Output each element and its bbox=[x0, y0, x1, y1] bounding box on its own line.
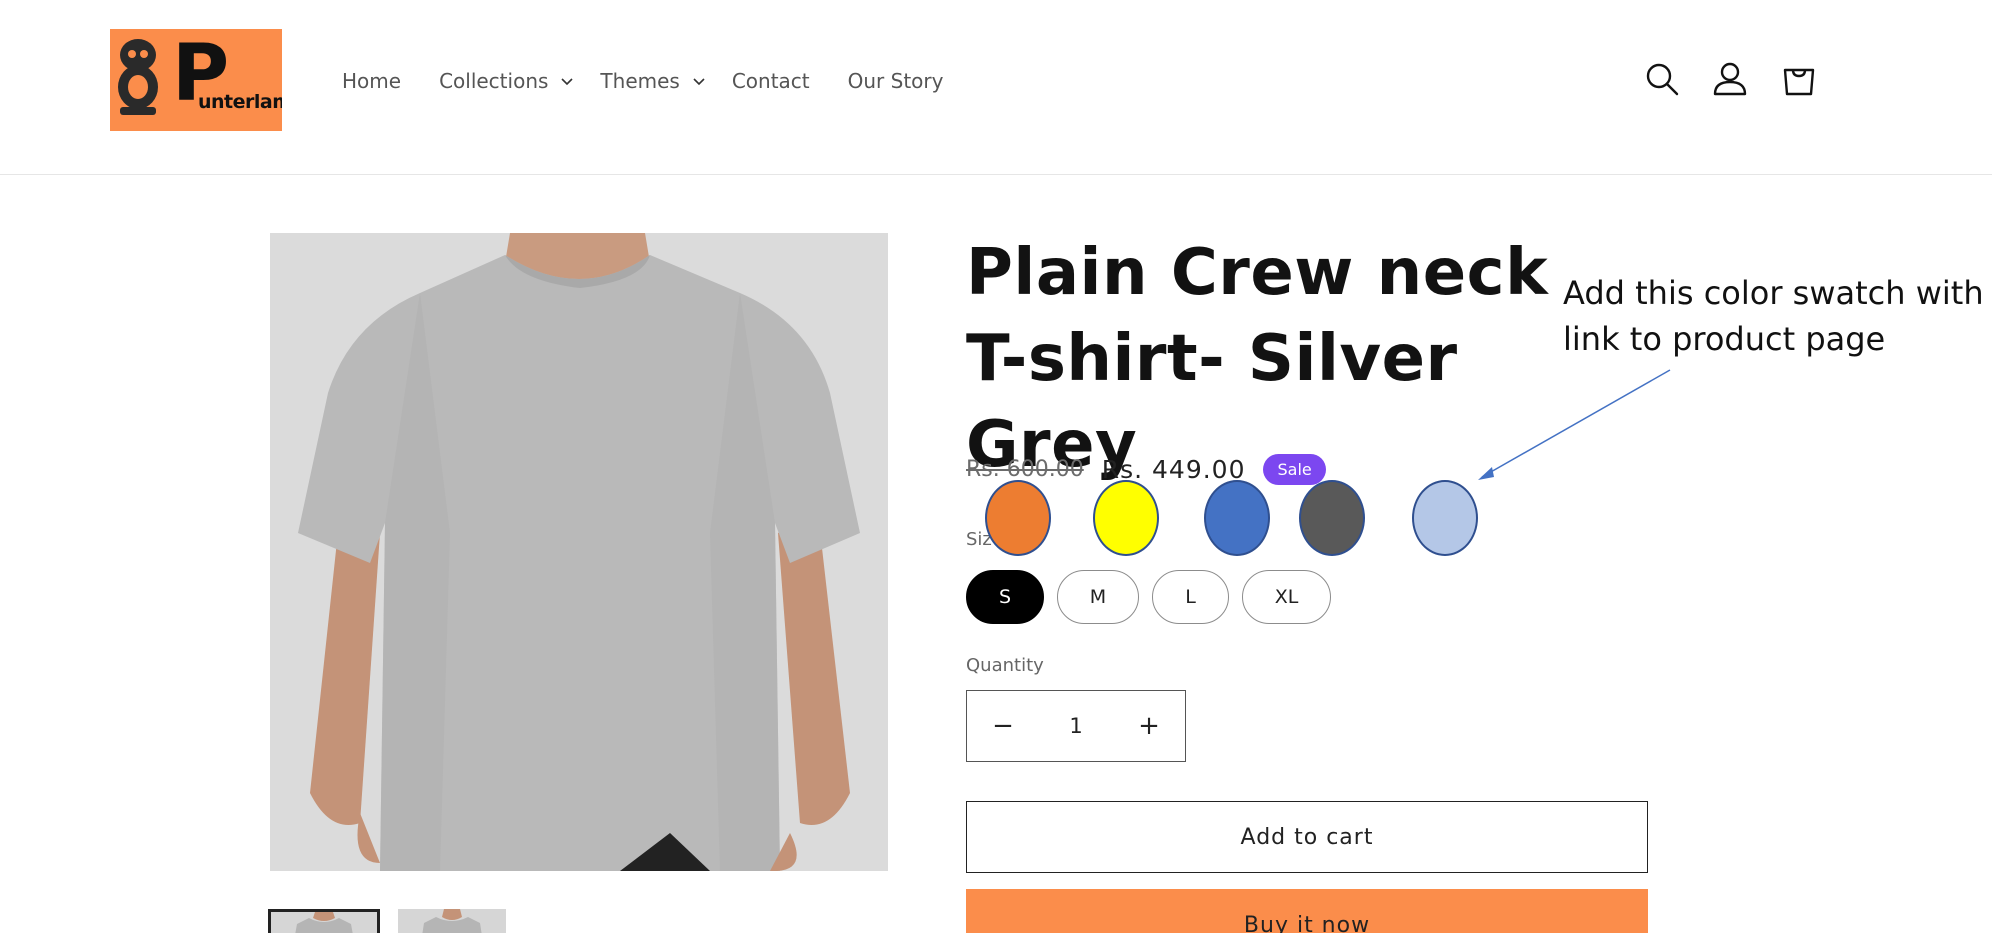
store-logo[interactable]: P unterlama bbox=[110, 29, 282, 131]
quantity-decrease-button[interactable]: − bbox=[967, 691, 1039, 761]
nav-collections[interactable]: Collections bbox=[439, 66, 574, 96]
thumbnail-2[interactable] bbox=[398, 909, 506, 933]
size-option-l[interactable]: L bbox=[1152, 570, 1229, 624]
product-main-image[interactable] bbox=[270, 233, 888, 871]
thumbnail-1[interactable] bbox=[268, 909, 380, 933]
nav-collections-label: Collections bbox=[439, 69, 549, 93]
nav-home[interactable]: Home bbox=[342, 66, 401, 96]
quantity-increase-button[interactable]: + bbox=[1113, 691, 1185, 761]
quantity-input[interactable]: 1 bbox=[1069, 714, 1082, 738]
buy-now-button[interactable]: Buy it now bbox=[966, 889, 1648, 933]
tshirt-thumbnail-icon bbox=[271, 912, 377, 933]
chevron-down-icon bbox=[693, 78, 705, 86]
account-icon[interactable] bbox=[1712, 61, 1748, 97]
quantity-stepper: − 1 + bbox=[966, 690, 1186, 762]
annotation-arrow-icon bbox=[1478, 369, 1671, 480]
nav-our-story[interactable]: Our Story bbox=[848, 66, 944, 96]
cart-icon[interactable] bbox=[1781, 61, 1817, 97]
size-option-s[interactable]: S bbox=[966, 570, 1044, 624]
color-swatch-orange[interactable] bbox=[985, 480, 1051, 556]
logo-wordmark: unterlama bbox=[198, 91, 282, 113]
sale-badge: Sale bbox=[1263, 454, 1326, 485]
nav-contact[interactable]: Contact bbox=[732, 66, 810, 96]
lama-mascot-icon bbox=[118, 39, 158, 115]
chevron-down-icon bbox=[561, 78, 573, 86]
color-swatch-yellow[interactable] bbox=[1093, 480, 1159, 556]
quantity-label: Quantity bbox=[966, 655, 1044, 676]
annotation-note: Add this color swatch with link to produ… bbox=[1563, 274, 1984, 358]
main-nav: Home Collections Themes Contact Our Stor… bbox=[342, 66, 943, 96]
color-swatch-dark-grey[interactable] bbox=[1299, 480, 1365, 556]
color-swatch-blue[interactable] bbox=[1204, 480, 1270, 556]
nav-themes-label: Themes bbox=[600, 69, 680, 93]
site-header: P unterlama Home Collections Themes Cont… bbox=[0, 0, 1992, 175]
size-option-xl[interactable]: XL bbox=[1242, 570, 1331, 624]
color-swatch-light-blue[interactable] bbox=[1412, 480, 1478, 556]
size-option-m[interactable]: M bbox=[1057, 570, 1139, 624]
size-options: S M L XL bbox=[966, 570, 1344, 624]
search-icon[interactable] bbox=[1644, 61, 1680, 97]
nav-home-label: Home bbox=[342, 69, 402, 93]
nav-themes[interactable]: Themes bbox=[600, 66, 705, 96]
nav-our-story-label: Our Story bbox=[847, 69, 944, 93]
tshirt-image bbox=[270, 233, 888, 871]
add-to-cart-button[interactable]: Add to cart bbox=[966, 801, 1648, 873]
regular-price: Rs. 600.00 bbox=[966, 457, 1084, 482]
tshirt-thumbnail-icon bbox=[398, 909, 506, 933]
nav-contact-label: Contact bbox=[731, 69, 810, 93]
